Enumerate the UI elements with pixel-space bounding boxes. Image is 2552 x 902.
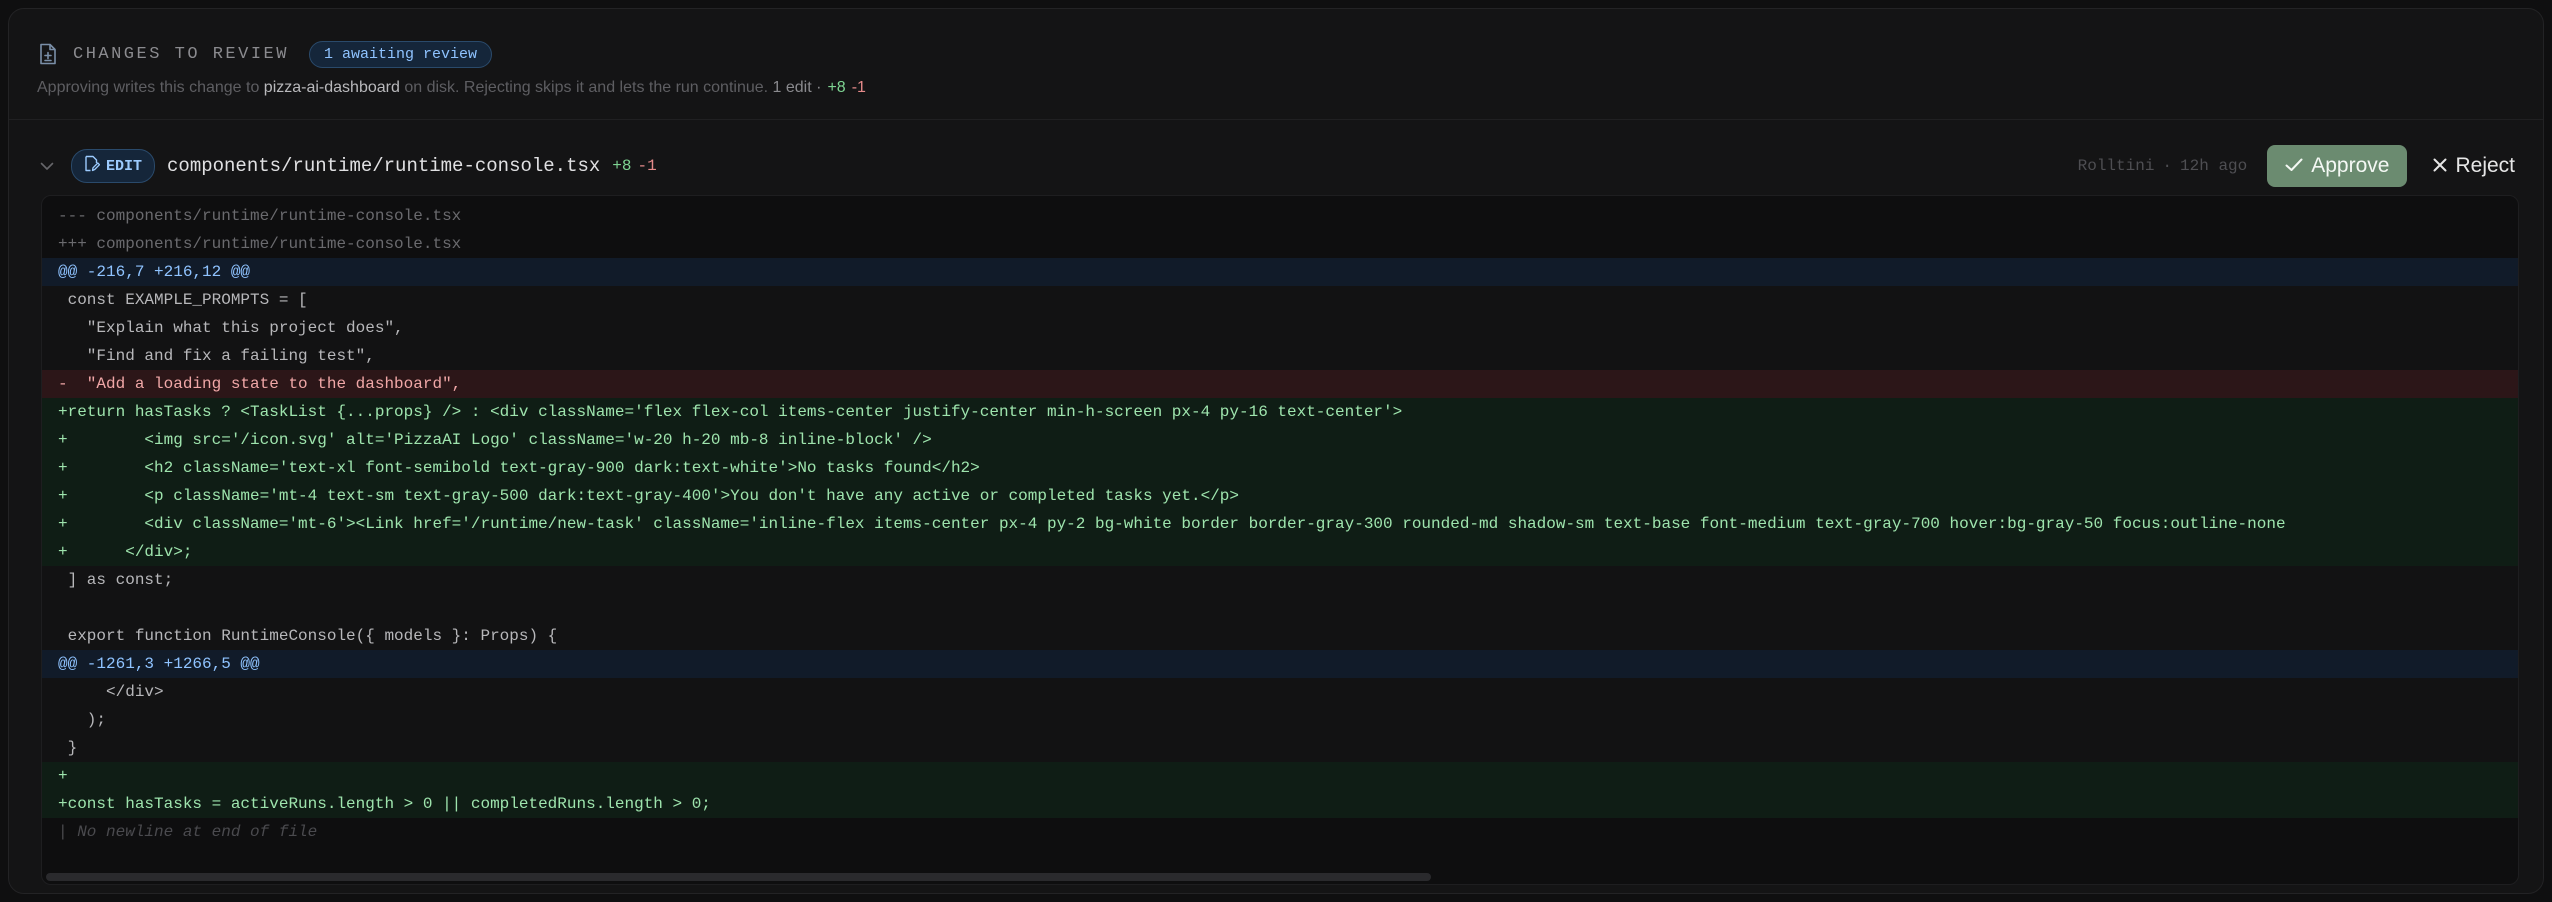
chevron-down-icon[interactable] (37, 156, 57, 176)
diff-line: + <p className='mt-4 text-sm text-gray-5… (42, 482, 2518, 510)
diff-line: + <h2 className='text-xl font-semibold t… (42, 454, 2518, 482)
page-title: CHANGES TO REVIEW (73, 44, 289, 64)
diff-line: + <img src='/icon.svg' alt='PizzaAI Logo… (42, 426, 2518, 454)
diff-line: + <div className='mt-6'><Link href='/run… (42, 510, 2518, 538)
diff-line: </div> (42, 678, 2518, 706)
description-suffix: on disk. Rejecting skips it and lets the… (399, 79, 769, 96)
diff-line: ] as const; (42, 566, 2518, 594)
diff-line: + </div>; (42, 538, 2518, 566)
total-additions: +8 (827, 79, 846, 96)
diff-line: @@ -1261,3 +1266,5 @@ (42, 650, 2518, 678)
approve-button[interactable]: Approve (2267, 145, 2408, 187)
file-additions: +8 (612, 157, 632, 175)
project-name: pizza-ai-dashboard (263, 79, 400, 96)
diff-line: | No newline at end of file (58, 823, 318, 841)
approve-label: Approve (2311, 154, 2390, 177)
description-prefix: Approving writes this change to (37, 79, 264, 96)
reject-button[interactable]: Reject (2419, 145, 2527, 187)
meta-separator: · (2162, 157, 2173, 175)
check-icon (2285, 154, 2303, 178)
diff-lines: --- components/runtime/runtime-console.t… (42, 202, 2518, 846)
file-stats: +8 -1 (612, 157, 656, 175)
reject-label: Reject (2455, 154, 2515, 177)
diff-line: export function RuntimeConsole({ models … (42, 622, 2518, 650)
diff-viewer[interactable]: --- components/runtime/runtime-console.t… (41, 195, 2519, 885)
diff-line: ); (42, 706, 2518, 734)
author-name: Rolltini (2077, 157, 2155, 175)
edit-type-badge: EDIT (71, 149, 156, 183)
diff-line: --- components/runtime/runtime-console.t… (58, 207, 462, 225)
diff-line: +const hasTasks = activeRuns.length > 0 … (42, 790, 2518, 818)
diff-line: +++ components/runtime/runtime-console.t… (58, 235, 462, 253)
edit-type-label: EDIT (106, 157, 143, 175)
diff-line: "Find and fix a failing test", (42, 342, 2518, 370)
diff-line: } (42, 734, 2518, 762)
diff-line: - "Add a loading state to the dashboard"… (42, 370, 2518, 398)
diff-line: const EXAMPLE_PROMPTS = [ (42, 286, 2518, 314)
review-description: Approving writes this change to pizza-ai… (37, 79, 866, 97)
change-time: 12h ago (2180, 157, 2248, 175)
edit-file-icon (84, 155, 101, 177)
file-change-row: EDIT components/runtime/runtime-console.… (37, 140, 2527, 192)
diff-line: "Explain what this project does", (42, 314, 2518, 342)
awaiting-review-badge: 1 awaiting review (308, 40, 492, 68)
horizontal-scrollbar[interactable] (42, 870, 2518, 884)
diff-line: +return hasTasks ? <TaskList {...props} … (42, 398, 2518, 426)
diff-line: @@ -216,7 +216,12 @@ (42, 258, 2518, 286)
close-icon (2433, 154, 2447, 178)
scrollbar-thumb[interactable] (46, 873, 1431, 881)
document-icon (37, 43, 59, 65)
file-path: components/runtime/runtime-console.tsx (167, 155, 601, 177)
review-header: CHANGES TO REVIEW 1 awaiting review (37, 37, 492, 71)
header-divider (9, 119, 2543, 120)
file-deletions: -1 (637, 157, 657, 175)
review-panel: CHANGES TO REVIEW 1 awaiting review Appr… (8, 8, 2544, 894)
diff-line (42, 594, 2518, 622)
diff-line: + (42, 762, 2518, 790)
total-deletions: -1 (851, 79, 866, 96)
change-meta: Rolltini · 12h ago (2078, 157, 2248, 175)
edit-count: 1 edit · (772, 79, 822, 96)
